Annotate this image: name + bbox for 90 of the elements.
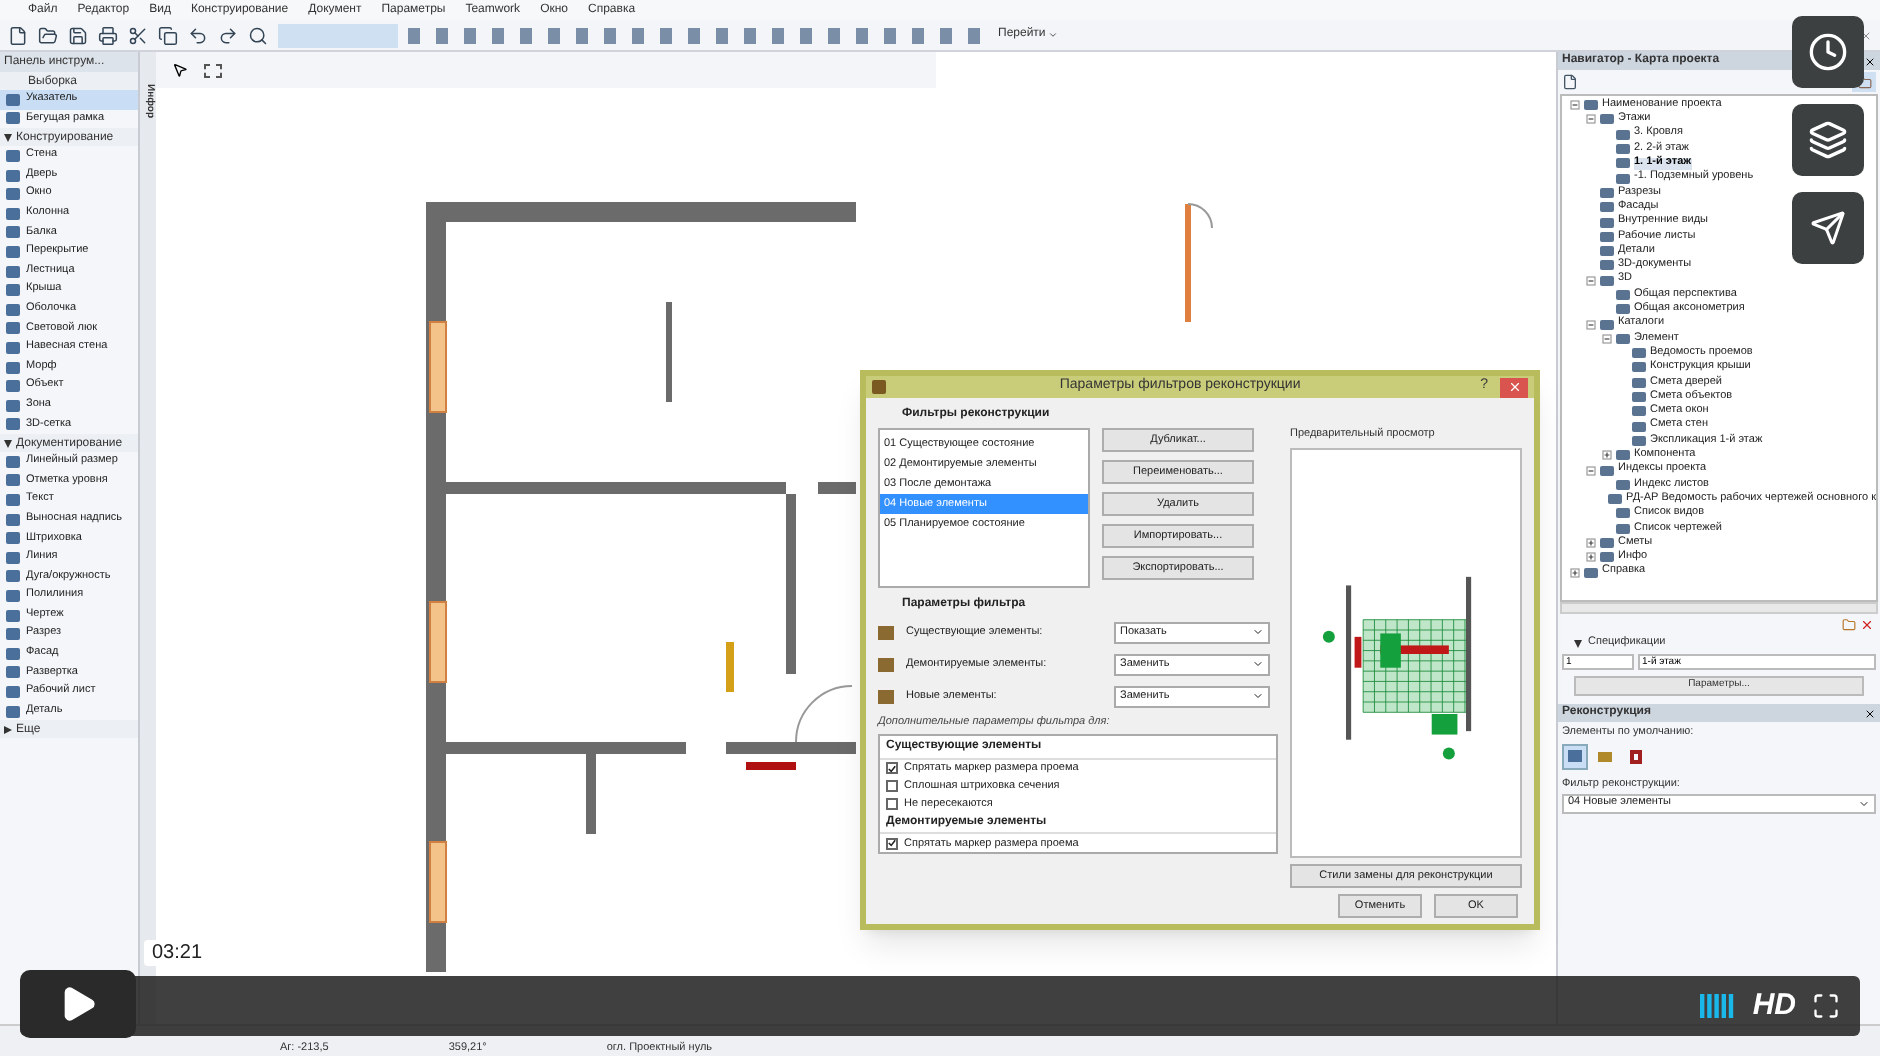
checkbox[interactable] <box>886 798 898 811</box>
printer-icon[interactable] <box>98 25 118 45</box>
chevron-down-icon <box>1858 797 1870 809</box>
tree-node-icon <box>1632 392 1646 403</box>
tree-node-icon <box>1600 552 1614 563</box>
element-type-icon <box>878 657 894 672</box>
expand-icon[interactable] <box>1602 450 1612 461</box>
tree-node-icon <box>1600 217 1614 228</box>
checkbox[interactable] <box>886 762 898 775</box>
checkbox[interactable] <box>886 780 898 793</box>
close-icon[interactable] <box>1864 55 1876 67</box>
tree-node-icon <box>1600 246 1614 257</box>
watch-later-button[interactable] <box>1792 16 1864 88</box>
tree-node-icon <box>1616 333 1630 344</box>
tree-node-icon <box>1616 129 1630 140</box>
tree-node-icon <box>1632 421 1646 432</box>
clock-icon <box>1808 32 1848 72</box>
tree-node-icon <box>1584 100 1598 111</box>
close-icon <box>1507 380 1521 395</box>
search-icon[interactable] <box>248 25 268 45</box>
tree-node-icon <box>1616 290 1630 300</box>
collapse-icon[interactable] <box>1586 114 1596 125</box>
collapse-icon[interactable] <box>1602 333 1612 344</box>
close-icon[interactable] <box>1864 707 1876 719</box>
tree-node-icon <box>1616 304 1630 315</box>
expand-icon[interactable] <box>1586 538 1596 549</box>
collapse-icon[interactable] <box>1586 275 1596 286</box>
chevron-down-icon <box>1252 658 1264 671</box>
scissors-icon[interactable] <box>128 25 148 45</box>
collapse-icon[interactable] <box>1586 465 1596 476</box>
pointer-icon[interactable] <box>172 62 188 78</box>
tree-node-icon <box>1616 450 1630 461</box>
delete-icon[interactable] <box>1860 617 1874 631</box>
close-button[interactable] <box>1500 377 1528 398</box>
element-type-icon <box>878 625 894 640</box>
new-file-icon[interactable] <box>8 25 28 45</box>
expand-icon[interactable] <box>1570 567 1580 578</box>
expanded-triangle-icon[interactable] <box>1574 639 1582 647</box>
expand-icon[interactable] <box>1586 552 1596 563</box>
tree-node-icon <box>1600 275 1614 286</box>
marquee-icon[interactable] <box>204 63 222 77</box>
tree-node-icon <box>1616 144 1630 155</box>
tree-node-icon <box>1632 348 1646 359</box>
chevron-down-icon <box>1252 626 1264 639</box>
share-button[interactable] <box>1792 192 1864 264</box>
tree-node-icon <box>1632 435 1646 446</box>
tree-node-icon <box>1632 406 1646 417</box>
tree-node-icon <box>1600 114 1614 125</box>
horizontal-scrollbar[interactable] <box>1560 602 1878 614</box>
tree-node-icon <box>1616 173 1630 184</box>
collapsed-triangle-icon[interactable] <box>4 725 12 734</box>
app-icon <box>872 380 886 395</box>
page-icon[interactable] <box>1562 74 1578 90</box>
redo-icon[interactable] <box>218 25 238 45</box>
tree-node-icon <box>1616 508 1630 519</box>
tree-node-icon <box>1600 319 1614 330</box>
tree-node-icon <box>1600 465 1614 476</box>
checkbox[interactable] <box>886 837 898 850</box>
chevron-down-icon <box>1252 690 1264 703</box>
copy-icon[interactable] <box>158 25 178 45</box>
tree-node-icon <box>1632 362 1646 373</box>
chevron-down-icon <box>1047 30 1058 40</box>
tree-node-icon <box>1616 523 1630 534</box>
tree-node-icon <box>1608 494 1623 505</box>
layers-icon <box>1808 120 1848 160</box>
tree-node-icon <box>1600 260 1614 271</box>
collections-button[interactable] <box>1792 104 1864 176</box>
mode-button[interactable] <box>1562 743 1588 770</box>
tree-node-icon <box>1600 202 1614 213</box>
play-button[interactable] <box>20 970 136 1038</box>
expanded-triangle-icon[interactable] <box>4 439 12 448</box>
collapse-icon[interactable] <box>1586 319 1596 330</box>
tree-node-icon <box>1616 479 1630 490</box>
tree-node-icon <box>1600 187 1614 198</box>
tree-node-icon <box>1600 231 1614 242</box>
undo-icon[interactable] <box>188 25 208 45</box>
save-icon[interactable] <box>68 25 88 45</box>
expanded-triangle-icon[interactable] <box>4 133 12 142</box>
collapse-icon[interactable] <box>1570 100 1580 111</box>
paper-plane-icon <box>1810 210 1846 246</box>
fullscreen-icon[interactable] <box>1812 992 1840 1020</box>
volume-icon[interactable] <box>1700 994 1737 1018</box>
new-folder-icon[interactable] <box>1842 617 1856 631</box>
element-type-icon <box>878 689 894 704</box>
folder-icon[interactable] <box>38 25 58 45</box>
tree-node-icon <box>1616 158 1630 169</box>
tree-node-icon <box>1632 377 1646 388</box>
tree-node-icon <box>1584 567 1598 578</box>
tree-node-icon <box>1600 538 1614 549</box>
hd-button[interactable]: HD <box>1752 983 1796 1029</box>
